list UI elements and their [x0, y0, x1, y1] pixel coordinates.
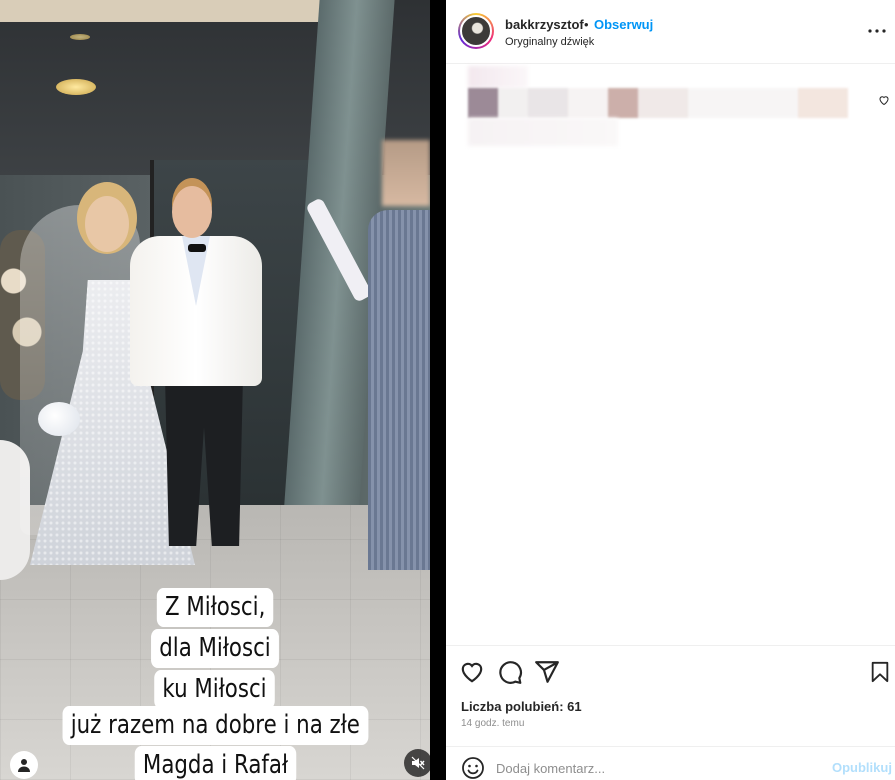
- comment-icon[interactable]: [497, 659, 523, 685]
- user-icon: [18, 759, 30, 772]
- ceiling-lamp: [70, 34, 90, 40]
- bride-figure: [85, 196, 129, 252]
- guest-figure: [368, 210, 430, 570]
- username-link[interactable]: bakkrzysztof: [505, 17, 584, 32]
- blurred-comment: [468, 118, 618, 146]
- reel-video[interactable]: Z Miłosci, dla Miłosci ku Miłosci już ra…: [0, 0, 430, 780]
- speaker-muted-icon: [411, 756, 425, 770]
- avatar[interactable]: [458, 13, 494, 49]
- separator-dot: •: [584, 17, 589, 32]
- comment-input[interactable]: [496, 757, 816, 779]
- emoji-icon[interactable]: [461, 756, 485, 780]
- publish-button[interactable]: Opublikuj: [832, 760, 892, 775]
- more-horizontal-icon: [868, 29, 886, 33]
- post-timestamp[interactable]: 14 godz. temu: [461, 718, 524, 729]
- bowtie: [188, 244, 206, 252]
- post-panel: bakkrzysztof • Obserwuj Oryginalny dźwię…: [446, 0, 895, 780]
- bookmark-icon[interactable]: [869, 659, 891, 685]
- bouquet: [38, 402, 80, 436]
- media-divider: [430, 0, 446, 780]
- audio-link[interactable]: Oryginalny dźwięk: [505, 36, 594, 48]
- heart-icon[interactable]: [459, 659, 485, 685]
- blurred-comment: [468, 66, 528, 88]
- share-icon[interactable]: [534, 659, 560, 685]
- blurred-face: [382, 140, 430, 206]
- comment-form: Opublikuj: [446, 746, 895, 780]
- more-options-button[interactable]: [866, 20, 888, 42]
- tagged-users-button[interactable]: [10, 751, 38, 779]
- post-header: bakkrzysztof • Obserwuj Oryginalny dźwię…: [446, 0, 895, 64]
- follow-button[interactable]: Obserwuj: [594, 17, 653, 32]
- ceiling-lamp: [56, 79, 96, 95]
- avatar-image: [460, 15, 492, 47]
- likes-count[interactable]: Liczba polubień: 61: [461, 699, 582, 714]
- post-actions: Liczba polubień: 61 14 godz. temu: [446, 645, 895, 735]
- comment-like-heart-icon[interactable]: [878, 94, 890, 106]
- groom-figure: [172, 186, 212, 238]
- mute-button[interactable]: [404, 749, 430, 777]
- video-scene-ceiling-edge: [0, 0, 360, 22]
- blurred-comment: [468, 88, 848, 118]
- comments-area: [446, 65, 895, 645]
